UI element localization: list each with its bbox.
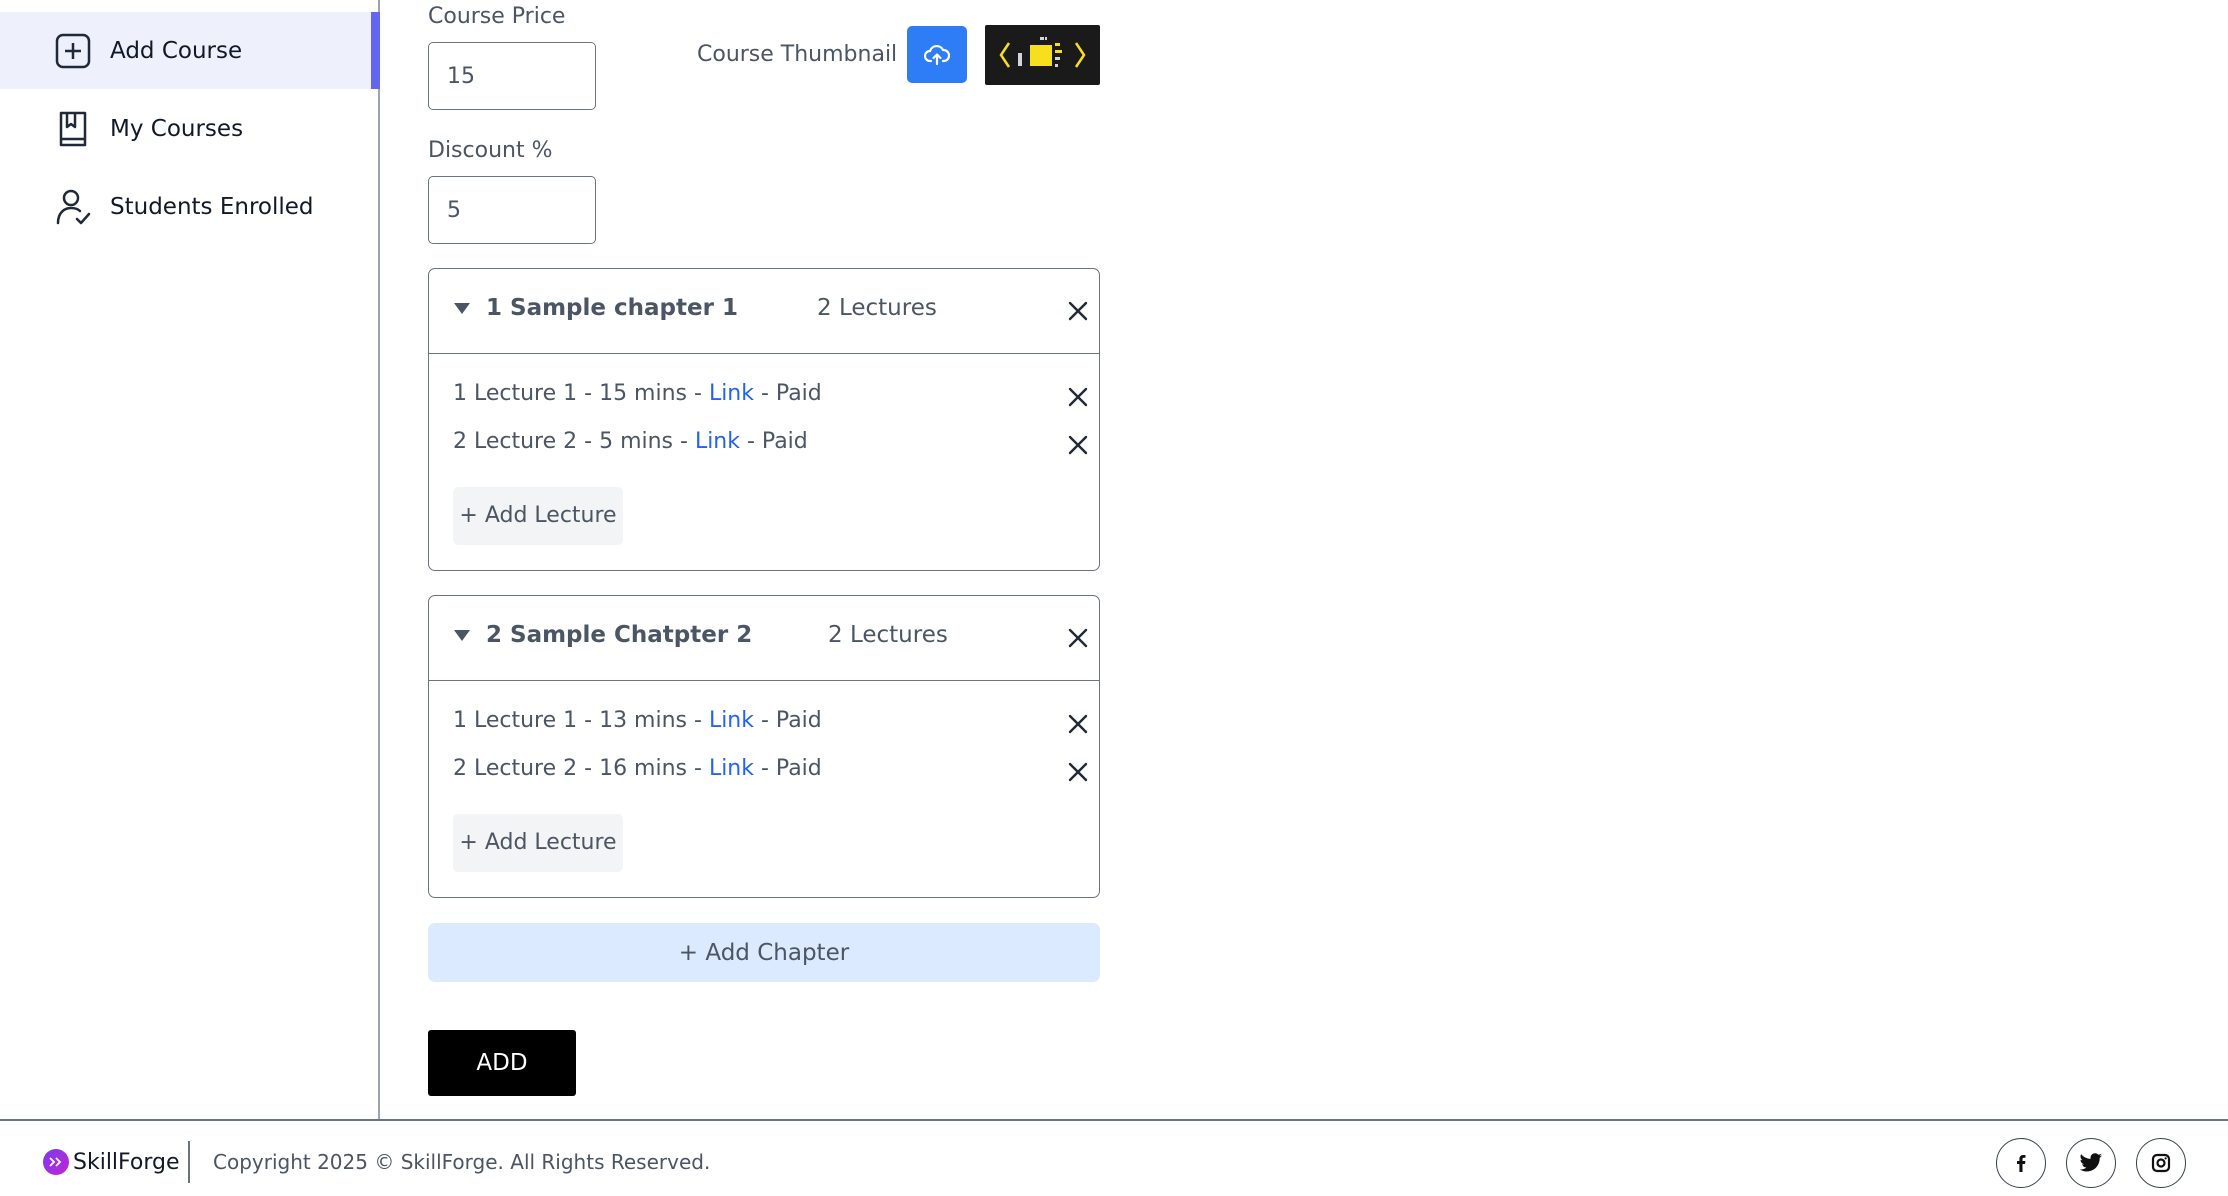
sidebar-item-label: My Courses (110, 115, 244, 142)
chapter-lecture-count: 2 Lectures (828, 622, 948, 648)
javascript-thumbnail-image (999, 37, 1086, 68)
add-lecture-button[interactable]: + Add Lecture (453, 814, 623, 872)
add-chapter-button[interactable]: + Add Chapter (428, 923, 1100, 982)
twitter-icon (2079, 1153, 2102, 1172)
course-thumbnail-label: Course Thumbnail (697, 42, 898, 67)
footer-divider (188, 1141, 190, 1183)
lecture-item: 1 Lecture 1 - 15 mins - Link - Paid (453, 381, 822, 406)
brand-logo[interactable]: SkillForge (43, 1149, 180, 1175)
chapter-header[interactable]: 2 Sample Chatpter 2 2 Lectures (429, 596, 1099, 681)
skillforge-logo-icon (43, 1149, 69, 1175)
user-check-icon (56, 189, 91, 224)
lecture-link[interactable]: Link (709, 756, 754, 781)
lecture-link[interactable]: Link (695, 429, 740, 454)
footer: SkillForge Copyright 2025 © SkillForge. … (0, 1119, 2228, 1196)
close-icon[interactable] (1065, 759, 1091, 785)
sidebar-item-students-enrolled[interactable]: Students Enrolled (0, 168, 378, 245)
close-icon[interactable] (1065, 711, 1091, 737)
add-square-icon (55, 33, 91, 68)
lecture-status: - Paid (754, 756, 822, 781)
sidebar: Add Course My Courses Students Enrolled (0, 0, 380, 1119)
lecture-status: - Paid (754, 708, 822, 733)
chapter-title: 2 Sample Chatpter 2 (486, 622, 753, 648)
lecture-link[interactable]: Link (709, 381, 754, 406)
discount-label: Discount % (428, 138, 553, 163)
caret-down-icon[interactable] (454, 630, 470, 641)
sidebar-item-label: Add Course (110, 37, 243, 64)
caret-down-icon[interactable] (454, 303, 470, 314)
facebook-link[interactable] (1996, 1138, 2046, 1188)
sidebar-item-my-courses[interactable]: My Courses (0, 90, 378, 167)
sidebar-item-label: Students Enrolled (110, 193, 314, 220)
upload-cloud-icon (924, 44, 950, 65)
lecture-text: 2 Lecture 2 - 16 mins - (453, 756, 709, 781)
add-course-submit-button[interactable]: ADD (428, 1030, 576, 1096)
close-icon[interactable] (1065, 384, 1091, 410)
lecture-text: 2 Lecture 2 - 5 mins - (453, 429, 695, 454)
close-icon[interactable] (1065, 432, 1091, 458)
lecture-status: - Paid (754, 381, 822, 406)
chapter-card: 1 Sample chapter 1 2 Lectures 1 Lecture … (428, 268, 1100, 571)
chapter-title: 1 Sample chapter 1 (486, 295, 738, 321)
copyright-text: Copyright 2025 © SkillForge. All Rights … (213, 1150, 711, 1174)
lecture-item: 2 Lecture 2 - 16 mins - Link - Paid (453, 756, 822, 781)
lecture-item: 1 Lecture 1 - 13 mins - Link - Paid (453, 708, 822, 733)
lecture-text: 1 Lecture 1 - 15 mins - (453, 381, 709, 406)
chapter-header[interactable]: 1 Sample chapter 1 2 Lectures (429, 269, 1099, 354)
lecture-text: 1 Lecture 1 - 13 mins - (453, 708, 709, 733)
close-icon[interactable] (1065, 625, 1091, 651)
sidebar-item-add-course[interactable]: Add Course (0, 12, 380, 89)
twitter-link[interactable] (2066, 1138, 2116, 1188)
upload-thumbnail-button[interactable] (907, 26, 967, 83)
instagram-icon (2151, 1153, 2171, 1173)
book-icon (59, 111, 87, 146)
lecture-item: 2 Lecture 2 - 5 mins - Link - Paid (453, 429, 808, 454)
facebook-icon (2017, 1155, 2026, 1172)
chapter-lecture-count: 2 Lectures (817, 295, 937, 321)
lecture-status: - Paid (740, 429, 808, 454)
course-price-input[interactable] (428, 42, 596, 110)
discount-input[interactable] (428, 176, 596, 244)
instagram-link[interactable] (2136, 1138, 2186, 1188)
lecture-link[interactable]: Link (709, 708, 754, 733)
add-lecture-button[interactable]: + Add Lecture (453, 487, 623, 545)
course-price-label: Course Price (428, 4, 566, 29)
close-icon[interactable] (1065, 298, 1091, 324)
chapter-card: 2 Sample Chatpter 2 2 Lectures 1 Lecture… (428, 595, 1100, 898)
brand-name: SkillForge (73, 1149, 180, 1175)
course-thumbnail-preview (985, 25, 1100, 85)
